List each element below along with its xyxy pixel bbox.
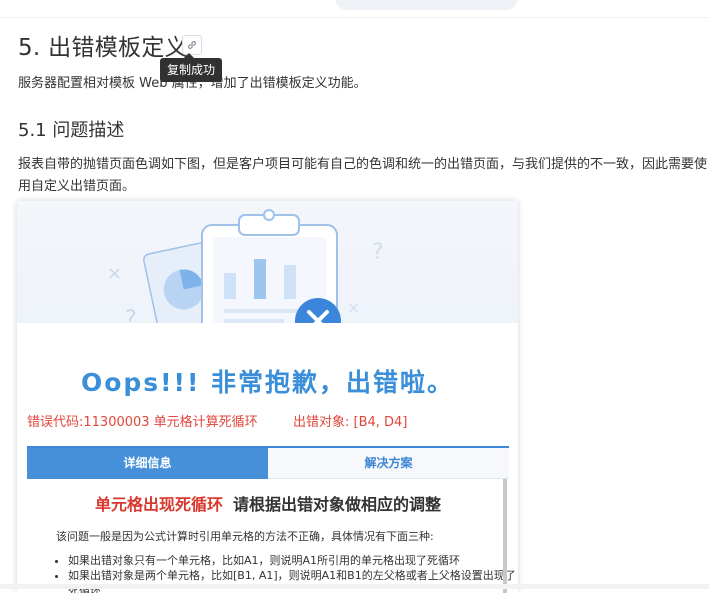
link-icon[interactable] (182, 35, 202, 55)
error-target: 出错对象: [B4, D4] (293, 415, 408, 430)
error-illustration: × ? ? × (17, 201, 518, 343)
panel-title-red: 单元格出现死循环 (94, 495, 223, 514)
clipboard-illustration-icon: × ? ? × (107, 209, 384, 343)
svg-text:×: × (347, 298, 360, 317)
copy-tooltip: 复制成功 (160, 53, 223, 82)
svg-text:?: ? (372, 240, 384, 265)
panel-description: 该问题一般是因为公式计算时引用单元格的方法不正确，具体情况有下面三种: (56, 530, 434, 543)
search-box[interactable] (335, 0, 518, 10)
error-headline: Oops!!! 非常抱歉，出错啦。 (80, 368, 455, 397)
panel-title-dark: 请根据出错对象做相应的调整 (233, 495, 442, 514)
tab-solution[interactable]: 解决方案 (268, 448, 509, 479)
problem-paragraph: 报表自带的抛错页面色调如下图，但是客户项目可能有自己的色调和统一的出错页面，与我… (18, 157, 708, 194)
error-code: 错误代码:11300003 单元格计算死循环 (27, 415, 258, 430)
section-title: 5. 出错模板定义 (18, 35, 188, 61)
tab-details[interactable]: 详细信息 (27, 448, 268, 479)
subsection-title: 5.1 问题描述 (18, 120, 125, 141)
top-bar (0, 0, 709, 18)
error-page-screenshot: × ? ? × Oops!!! 非常抱歉，出错啦。 错误代码:11300003 … (17, 201, 518, 593)
bottom-strip (0, 584, 709, 589)
svg-text:×: × (107, 263, 122, 284)
list-item: 如果出错对象是两个单元格，比如[B1, A1]，则说明A1和B1的左父格或者上父… (68, 568, 518, 593)
panel-title: 单元格出现死循环 请根据出错对象做相应的调整 (27, 491, 509, 515)
list-item: 如果出错对象只有一个单元格，比如A1，则说明A1所引用的单元格出现了死循环 (68, 553, 518, 568)
details-panel: 单元格出现死循环 请根据出错对象做相应的调整 该问题一般是因为公式计算时引用单元格… (27, 479, 516, 593)
error-tabs: 详细信息 解决方案 (27, 446, 509, 479)
panel-scrollbar[interactable] (503, 479, 507, 593)
